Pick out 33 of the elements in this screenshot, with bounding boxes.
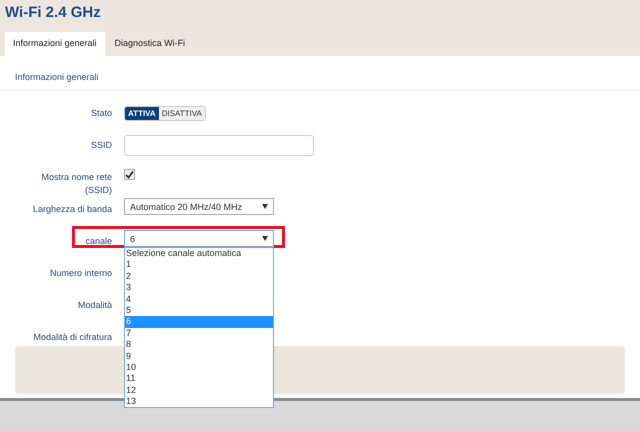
dropdown-option[interactable]: Selezione canale automatica: [125, 248, 273, 260]
dropdown-option[interactable]: 12: [125, 384, 273, 396]
field-label: Mostra nome rete (SSID): [40, 171, 112, 197]
dropdown-option[interactable]: 5: [125, 304, 273, 316]
dropdown[interactable]: 6: [124, 230, 274, 247]
dropdown[interactable]: Automatico 20 MHz/40 MHz: [124, 198, 274, 215]
caret-icon: [262, 236, 268, 241]
checkbox[interactable]: [124, 169, 135, 180]
field-label: Stato: [90, 107, 112, 120]
section-title: Informazioni generali: [0, 56, 640, 90]
field-label: Modalità: [76, 299, 112, 312]
tab[interactable]: Informazioni generali: [5, 32, 105, 56]
dropdown-option[interactable]: 7: [125, 328, 273, 340]
field-label: Modalità di cifratura: [32, 331, 112, 344]
dropdown-option[interactable]: 11: [125, 373, 273, 385]
field-label: Larghezza di banda: [32, 203, 112, 216]
toggle-option[interactable]: ATTIVA: [125, 107, 159, 120]
field-label: Numero interno: [48, 267, 112, 280]
dropdown-option[interactable]: 13: [125, 396, 273, 408]
field-label: SSID: [90, 139, 112, 152]
page-title: Wi-Fi 2.4 GHz: [5, 4, 102, 23]
caret-icon: [262, 204, 268, 209]
dropdown-option[interactable]: 10: [125, 362, 273, 374]
dropdown-option[interactable]: 2: [125, 270, 273, 282]
toggle-option[interactable]: DISATTIVA: [158, 107, 205, 120]
field-label: canale: [84, 235, 112, 248]
tab[interactable]: Diagnostica Wi-Fi: [106, 32, 194, 56]
ssid-field[interactable]: [124, 135, 314, 156]
dropdown-option[interactable]: 4: [125, 294, 273, 305]
dropdown-option[interactable]: 8: [125, 339, 273, 351]
dropdown-option[interactable]: 9: [125, 350, 273, 362]
dropdown-option[interactable]: 3: [125, 282, 273, 294]
dropdown-option[interactable]: 1: [125, 259, 273, 271]
